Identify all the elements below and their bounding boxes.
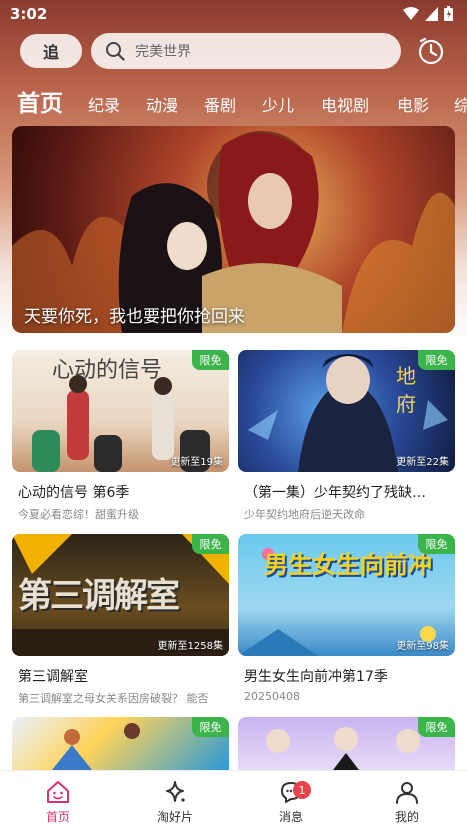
video-thumbnail: 第三调解室 限免 更新至1258集 xyxy=(12,534,229,656)
follow-button[interactable]: 追 xyxy=(20,34,82,68)
search-placeholder: 完美世界 xyxy=(135,44,191,60)
tab-movies[interactable]: 电影 xyxy=(397,92,429,116)
battery-icon xyxy=(444,6,453,21)
free-badge: 限免 xyxy=(418,350,455,370)
video-card[interactable]: 限免 xyxy=(12,717,229,770)
banner-caption: 天要你死，我也要把你抢回来 xyxy=(24,307,245,327)
nav-discover-label: 淘好片 xyxy=(156,810,193,824)
category-tabs: 首页 纪录 动漫 番剧 少儿 电视剧 电影 综 xyxy=(0,84,467,120)
tab-kids[interactable]: 少儿 xyxy=(262,92,294,116)
free-badge: 限免 xyxy=(192,717,229,737)
status-bar: 3:02 xyxy=(0,0,467,28)
card-subtitle: 20250408 xyxy=(244,690,300,703)
card-title: 男生女生向前冲第17季 xyxy=(244,669,388,685)
wifi-icon xyxy=(403,6,419,20)
nav-discover[interactable]: 淘好片 xyxy=(135,779,215,825)
video-card[interactable]: 男生女生向前冲 限免 更新至98集 男生女生向前冲第17季 20250408 xyxy=(238,534,455,703)
video-card[interactable]: 地府 限免 更新至22集 （第一集）少年契约了残缺… 少年契约地府后逆天改命 xyxy=(238,350,455,522)
video-thumbnail: 心动的信号 限免 更新至19集 xyxy=(12,350,229,472)
card-subtitle: 少年契约地府后逆天改命 xyxy=(244,508,365,521)
tab-anime[interactable]: 动漫 xyxy=(146,92,178,116)
nav-messages[interactable]: 1 消息 xyxy=(251,779,331,825)
nav-profile-label: 我的 xyxy=(394,810,419,824)
signal-icon xyxy=(425,6,438,21)
card-title: 心动的信号 第6季 xyxy=(18,485,130,501)
video-card[interactable]: 限免 xyxy=(238,717,455,770)
nav-profile[interactable]: 我的 xyxy=(367,779,447,825)
episode-update: 更新至19集 xyxy=(170,457,223,468)
free-badge: 限免 xyxy=(192,350,229,370)
card-subtitle: 第三调解室之母女关系因房破裂？ 能否 xyxy=(18,692,209,705)
top-search-row: 追 完美世界 xyxy=(0,32,467,70)
free-badge: 限免 xyxy=(418,534,455,554)
video-thumbnail: 限免 xyxy=(238,717,455,770)
status-icons xyxy=(403,6,453,21)
tab-tv-series[interactable]: 电视剧 xyxy=(321,92,369,116)
bottom-navigation: 首页 淘好片 1 消息 我的 xyxy=(0,770,467,830)
message-count-badge: 1 xyxy=(293,781,311,799)
nav-home[interactable]: 首页 xyxy=(18,779,98,825)
profile-icon xyxy=(396,782,418,804)
tab-variety[interactable]: 综 xyxy=(454,92,467,116)
free-badge: 限免 xyxy=(418,717,455,737)
tab-documentary[interactable]: 纪录 xyxy=(88,92,120,116)
video-card[interactable]: 第三调解室 限免 更新至1258集 第三调解室 第三调解室之母女关系因房破裂？ … xyxy=(12,534,229,706)
free-badge: 限免 xyxy=(192,534,229,554)
episode-update: 更新至22集 xyxy=(396,457,449,468)
card-subtitle: 今夏必看恋综！甜蜜升级 xyxy=(18,508,139,521)
tab-bangumi[interactable]: 番剧 xyxy=(204,92,236,116)
nav-messages-label: 消息 xyxy=(278,810,303,824)
featured-banner[interactable]: 天要你死，我也要把你抢回来 xyxy=(12,126,455,333)
history-clock-icon[interactable] xyxy=(416,36,446,66)
card-title: 第三调解室 xyxy=(18,669,88,685)
thumbnail-art-title: 地府 xyxy=(396,364,416,416)
card-title: （第一集）少年契约了残缺… xyxy=(244,485,426,501)
thumbnail-art-title: 心动的信号 xyxy=(52,358,163,383)
episode-update: 更新至98集 xyxy=(396,641,449,652)
nav-home-label: 首页 xyxy=(45,810,70,824)
episode-update: 更新至1258集 xyxy=(157,641,223,652)
video-thumbnail: 限免 xyxy=(12,717,229,770)
search-icon xyxy=(106,42,125,61)
status-time: 3:02 xyxy=(10,5,48,23)
search-input[interactable]: 完美世界 xyxy=(91,33,401,69)
thumbnail-art-title: 男生女生向前冲 xyxy=(264,551,432,579)
thumbnail-art-title: 第三调解室 xyxy=(18,576,180,616)
video-thumbnail: 地府 限免 更新至22集 xyxy=(238,350,455,472)
home-icon xyxy=(47,781,69,803)
video-card[interactable]: 心动的信号 限免 更新至19集 心动的信号 第6季 今夏必看恋综！甜蜜升级 xyxy=(12,350,229,522)
sparkle-icon xyxy=(166,781,185,802)
video-thumbnail: 男生女生向前冲 限免 更新至98集 xyxy=(238,534,455,656)
tab-home[interactable]: 首页 xyxy=(17,84,63,118)
